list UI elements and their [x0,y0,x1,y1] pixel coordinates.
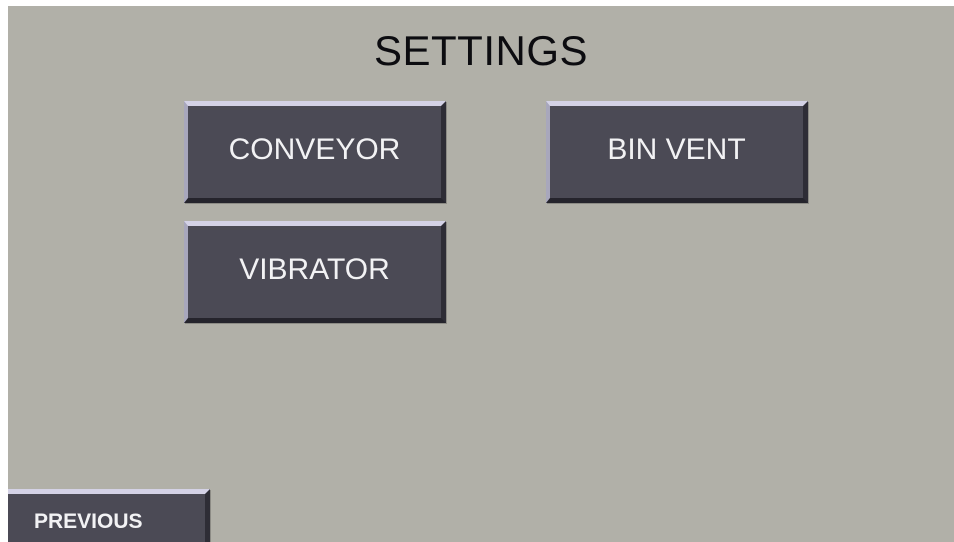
hmi-screen: SETTINGS CONVEYOR BIN VENT VIBRATOR PREV… [8,6,954,542]
previous-button-label: PREVIOUS [34,509,143,533]
conveyor-button-label: CONVEYOR [228,133,401,166]
bin-vent-button[interactable]: BIN VENT [546,101,808,203]
conveyor-button[interactable]: CONVEYOR [184,101,446,203]
page-title: SETTINGS [373,27,589,74]
vibrator-button-label: VIBRATOR [239,253,390,286]
bin-vent-button-label: BIN VENT [607,133,746,166]
vibrator-button[interactable]: VIBRATOR [184,221,446,323]
previous-button[interactable]: PREVIOUS [8,489,210,542]
